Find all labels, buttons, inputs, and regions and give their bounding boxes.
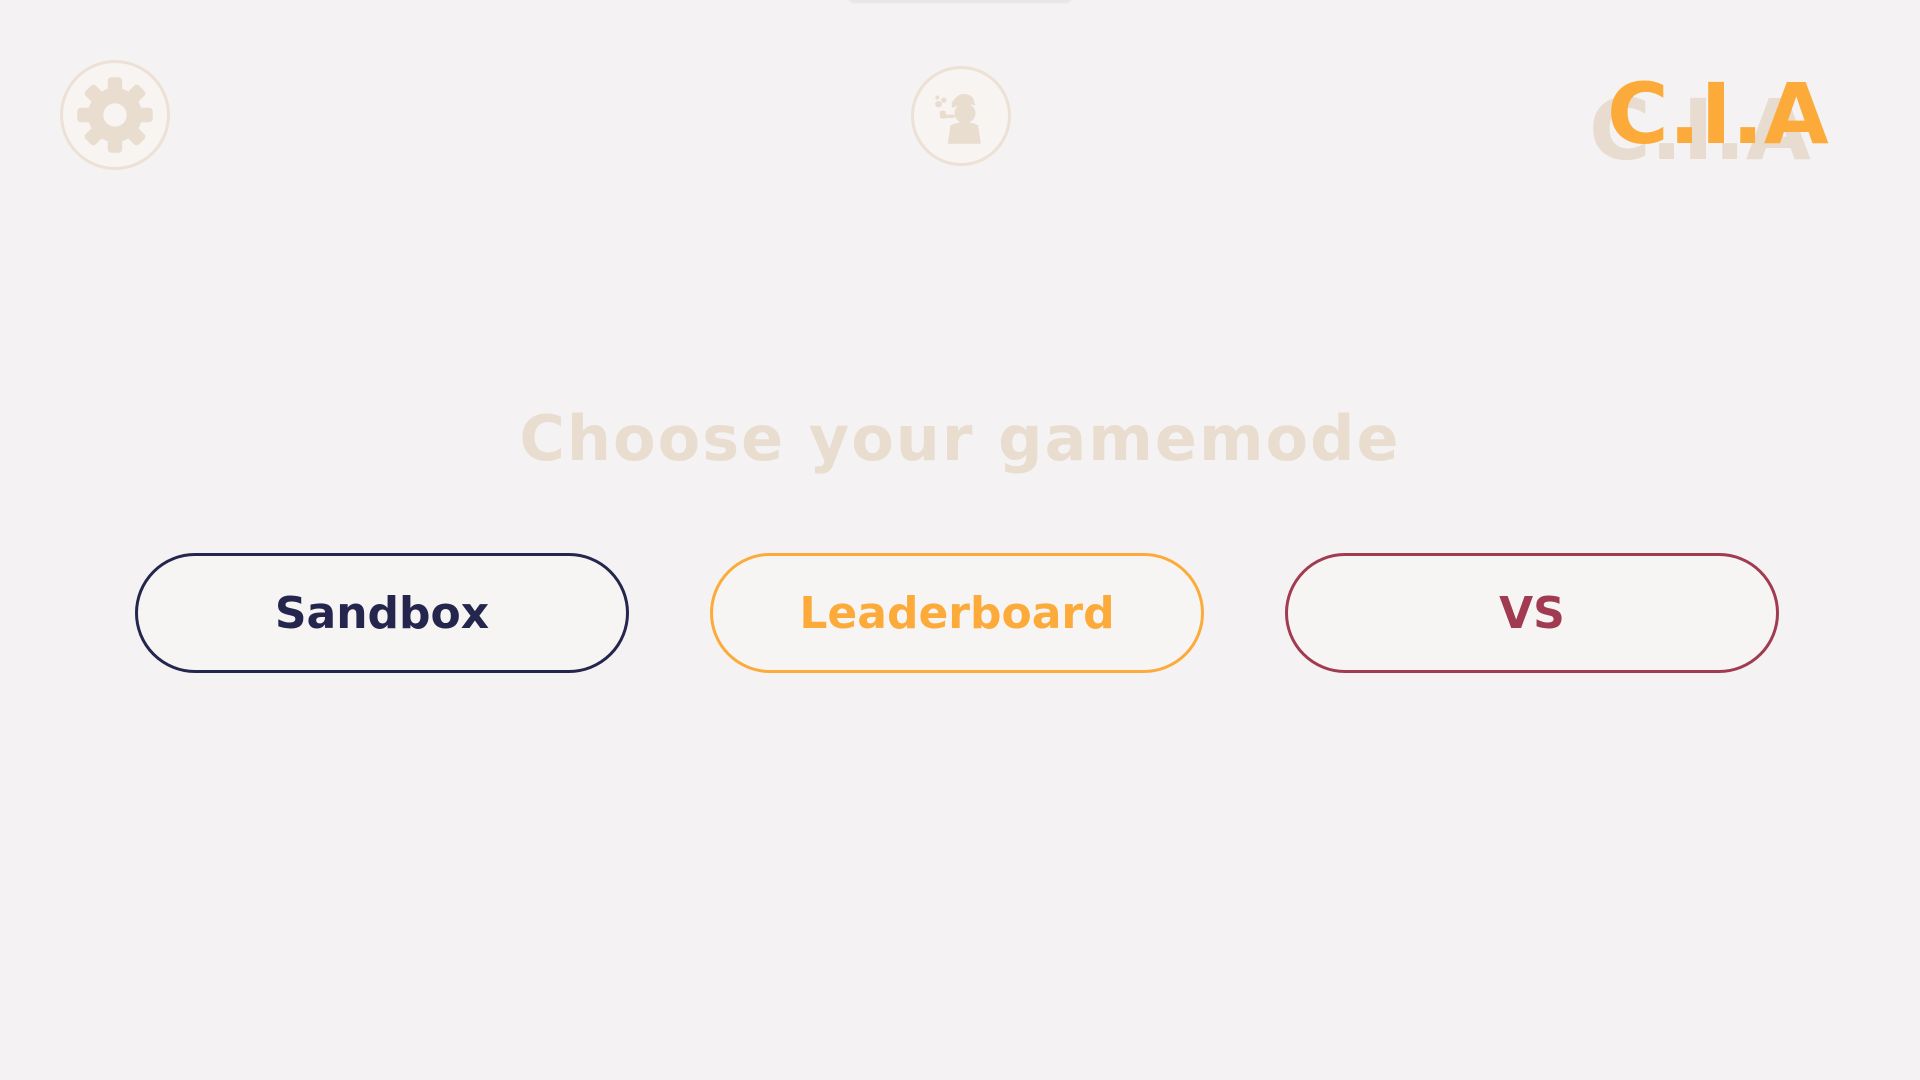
profile-button[interactable] — [911, 66, 1011, 166]
leaderboard-mode-button[interactable]: Leaderboard — [710, 553, 1204, 673]
sandbox-mode-button[interactable]: Sandbox — [135, 553, 629, 673]
app-logo: C.I.A C.I.A — [1585, 65, 1855, 172]
logo-text: C.I.A — [1607, 65, 1829, 163]
page-title: Choose your gamemode — [519, 402, 1401, 475]
settings-button[interactable] — [60, 60, 170, 170]
top-drawer-tab[interactable] — [848, 0, 1072, 2]
gear-icon — [77, 77, 153, 153]
vs-mode-button[interactable]: VS — [1285, 553, 1779, 673]
detective-avatar-icon — [935, 93, 981, 144]
